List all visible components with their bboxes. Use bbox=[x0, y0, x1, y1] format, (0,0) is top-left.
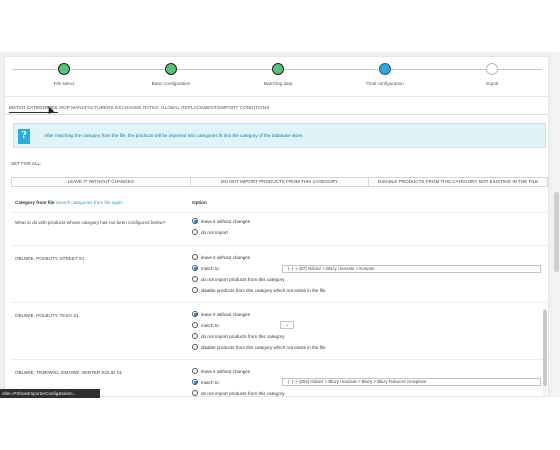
option-label: do not import products from this categor… bbox=[201, 390, 285, 396]
step-label: Matching data bbox=[263, 81, 293, 86]
option-leave[interactable]: leave it without changes bbox=[192, 254, 250, 260]
option-label: do not import products from this categor… bbox=[201, 333, 285, 339]
radio-icon[interactable] bbox=[192, 390, 198, 396]
default-question: What to do with products whose category … bbox=[15, 220, 166, 225]
radio-icon[interactable] bbox=[192, 229, 198, 235]
category-name: OBUWIE, POLBUTY, STREET S1 bbox=[15, 256, 85, 261]
option-do-not-import[interactable]: do not import products from this categor… bbox=[192, 333, 285, 339]
import-stepper: File select Basic configuration Matching… bbox=[5, 57, 548, 97]
tab-skip-manufacturers[interactable]: SKIP MANUFACTURERS bbox=[59, 105, 114, 110]
config-tabs: MATCH CATEGORIES SKIP MANUFACTURERS EXCH… bbox=[5, 103, 548, 115]
radio-checked-icon[interactable] bbox=[192, 265, 198, 271]
option-label: match to: bbox=[201, 322, 220, 328]
radio-checked-icon[interactable] bbox=[192, 379, 198, 385]
step-import[interactable]: Import bbox=[447, 63, 537, 86]
divider bbox=[11, 212, 548, 213]
step-basic-configuration[interactable]: Basic configuration bbox=[126, 63, 216, 86]
info-alert: ? After matching the category from the f… bbox=[13, 123, 546, 148]
search-categories-link[interactable]: Search categories from file again bbox=[56, 200, 123, 205]
tab-exchange-rates[interactable]: EXCHANGE RATES bbox=[115, 105, 158, 110]
radio-icon[interactable] bbox=[192, 254, 198, 260]
category-header-label: Category from file bbox=[15, 200, 55, 205]
step-done-icon bbox=[165, 63, 177, 75]
divider bbox=[11, 302, 548, 303]
option-do-not-import[interactable]: do not import products from this categor… bbox=[192, 276, 285, 282]
step-label: Import bbox=[485, 81, 499, 86]
leave-all-button[interactable]: LEAVE IT WITHOUT CHANGES bbox=[11, 177, 191, 187]
option-label: do not import products from this categor… bbox=[201, 276, 285, 282]
set-for-all-buttons: LEAVE IT WITHOUT CHANGES DO NOT IMPORT P… bbox=[11, 177, 548, 187]
step-label: Final configuration bbox=[366, 81, 404, 86]
radio-checked-icon[interactable] bbox=[192, 311, 198, 317]
step-label: File select bbox=[53, 81, 75, 86]
step-pending-icon bbox=[486, 63, 498, 75]
set-for-all-label: SET FOR ALL: bbox=[11, 161, 42, 166]
option-disable[interactable]: disable products from this category whic… bbox=[192, 287, 326, 293]
option-label: do not import bbox=[201, 229, 228, 235]
option-label: match to: bbox=[201, 379, 220, 385]
default-option-do-not-import[interactable]: do not import bbox=[192, 229, 228, 235]
page-scrollbar[interactable] bbox=[553, 52, 560, 397]
option-label: disable products from this category whic… bbox=[201, 344, 326, 350]
step-matching-data[interactable]: Matching data bbox=[233, 63, 323, 86]
option-leave[interactable]: leave it without changes bbox=[192, 311, 250, 317]
tab-import-conditions[interactable]: IMPORT CONDITIONS bbox=[220, 105, 270, 110]
scrollbar-thumb[interactable] bbox=[554, 192, 559, 272]
option-do-not-import[interactable]: do not import products from this categor… bbox=[192, 390, 285, 396]
inner-scrollbar[interactable] bbox=[543, 308, 547, 396]
option-match-to[interactable]: match to: bbox=[192, 379, 220, 385]
step-done-icon bbox=[272, 63, 284, 75]
option-label: leave it without changes bbox=[201, 311, 251, 317]
step-done-icon bbox=[58, 63, 70, 75]
step-final-configuration[interactable]: Final configuration bbox=[340, 63, 430, 86]
radio-icon[interactable] bbox=[192, 287, 198, 293]
divider bbox=[11, 245, 548, 246]
info-text: After matching the category from the fil… bbox=[44, 133, 304, 138]
radio-icon[interactable] bbox=[192, 276, 198, 282]
scrollbar-thumb[interactable] bbox=[543, 310, 547, 386]
option-label: disable products from this category whic… bbox=[201, 287, 326, 293]
option-label: leave it without changes bbox=[201, 218, 251, 224]
viewport: File select Basic configuration Matching… bbox=[0, 0, 560, 450]
divider bbox=[11, 359, 548, 360]
tab-global-replacements[interactable]: GLOBAL REPLACEMENTS bbox=[161, 105, 220, 110]
radio-checked-icon[interactable] bbox=[192, 218, 198, 224]
category-match-select[interactable]: |- |- |--[204] Odzież > Bluzy i koszule … bbox=[282, 378, 541, 386]
status-url-tooltip: oller=PShowImporterConfig&token... bbox=[0, 389, 100, 398]
step-label: Basic configuration bbox=[151, 81, 191, 86]
option-label: leave it without changes bbox=[201, 368, 251, 374]
option-leave[interactable]: leave it without changes bbox=[192, 368, 250, 374]
option-column-header: Option bbox=[192, 200, 207, 205]
step-active-icon bbox=[379, 63, 391, 75]
import-panel: File select Basic configuration Matching… bbox=[4, 56, 549, 397]
category-match-select[interactable]: |- |- |--[57] Odzież > Bluzy i koszule >… bbox=[282, 265, 541, 273]
option-disable[interactable]: disable products from this category whic… bbox=[192, 344, 326, 350]
category-match-select[interactable]: ⌄ bbox=[280, 321, 294, 329]
content-area: File select Basic configuration Matching… bbox=[0, 52, 553, 397]
default-option-leave[interactable]: leave it without changes bbox=[192, 218, 250, 224]
info-icon: ? bbox=[18, 129, 30, 144]
option-match-to[interactable]: match to: bbox=[192, 265, 220, 271]
option-match-to[interactable]: match to: bbox=[192, 322, 220, 328]
option-label: match to: bbox=[201, 265, 220, 271]
step-file-select[interactable]: File select bbox=[19, 63, 109, 86]
category-name: OBUWIE, POLBUTY, TEXO S1 bbox=[15, 313, 79, 318]
option-header-label: Option bbox=[192, 200, 207, 205]
do-not-import-all-button[interactable]: DO NOT IMPORT PRODUCTS FROM THIS CATEGOR… bbox=[190, 177, 370, 187]
option-label: leave it without changes bbox=[201, 254, 251, 260]
radio-icon[interactable] bbox=[192, 344, 198, 350]
radio-icon[interactable] bbox=[192, 333, 198, 339]
category-name: OBUWIE, TRZEWIKI, ZIMOWE, WINTER SOLID S… bbox=[15, 370, 123, 375]
category-column-header: Category from file Search categories fro… bbox=[15, 200, 123, 205]
radio-icon[interactable] bbox=[192, 368, 198, 374]
disable-all-button[interactable]: DISABLE PRODUCTS FROM THIS CATEGORY NOT … bbox=[369, 177, 548, 187]
radio-icon[interactable] bbox=[192, 322, 198, 328]
